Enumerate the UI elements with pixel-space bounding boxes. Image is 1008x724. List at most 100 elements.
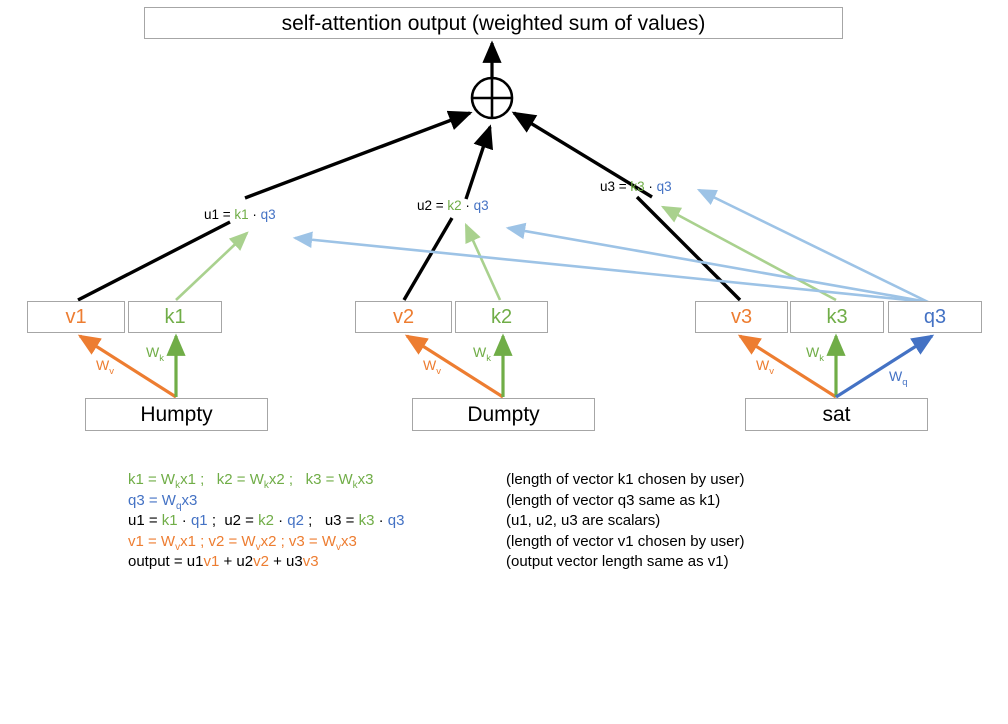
formula-part: k2	[258, 512, 274, 529]
line-v2-to-u2	[402, 217, 454, 301]
formula-part: x2 ; v3 = W	[260, 532, 337, 550]
score-u3-query: q3	[656, 179, 672, 194]
formula-note: (output vector length same as v1)	[506, 553, 729, 570]
value-box-v1[interactable]: v1	[27, 301, 125, 333]
score-u1-dot: ·	[248, 207, 261, 222]
formula-note: (length of vector k1 chosen by user)	[506, 471, 745, 488]
value-box-v2-label: v2	[392, 306, 415, 328]
formula-part: x2 ; k3 = W	[268, 471, 353, 488]
formula-part: q3	[387, 512, 405, 529]
weight-Wk-sat-sub: k	[819, 352, 824, 364]
weight-Wk-dumpty-base: W	[473, 344, 487, 360]
score-u3-lhs: u3 =	[600, 179, 631, 194]
score-label-u2: u2 = k2 · q3	[417, 199, 489, 213]
formula-part: q2	[287, 512, 304, 529]
weight-Wk-dumpty-sub: k	[486, 352, 491, 364]
score-u1-lhs: u1 =	[204, 207, 235, 222]
value-box-v3-label: v3	[730, 306, 753, 328]
formula-note: (u1, u2, u3 are scalars)	[506, 512, 661, 529]
weight-label-Wv-sat: Wv	[756, 358, 774, 376]
formula-part: k3	[358, 512, 375, 529]
formula-note: (length of vector v1 chosen by user)	[506, 532, 745, 550]
formula-part: + u2	[219, 553, 254, 570]
formula-part: v1 = W	[128, 532, 176, 550]
score-u1-key: k1	[234, 207, 249, 222]
formula-part: q1	[190, 512, 208, 529]
weight-Wv-humpty-sub: v	[109, 365, 114, 377]
line-v1-to-u1	[77, 220, 231, 302]
weight-Wv-dumpty-sub: v	[436, 365, 441, 377]
formula-part: + u3	[268, 553, 303, 570]
weight-label-Wv-humpty: Wv	[96, 358, 114, 376]
formula-row: v1 = Wvx1 ; v2 = Wvx2 ; v3 = Wvx3	[128, 532, 404, 553]
weight-label-Wk-dumpty: Wk	[473, 345, 491, 363]
formula-part: k1	[161, 512, 178, 529]
token-dumpty-label: Dumpty	[467, 403, 540, 426]
key-box-k2-label: k2	[490, 306, 513, 328]
formula-part: x3	[357, 471, 374, 488]
token-sat-label: sat	[822, 403, 851, 426]
weight-Wq-sat-base: W	[889, 368, 903, 384]
value-box-v2[interactable]: v2	[355, 301, 452, 333]
arrow-Wq-sat	[835, 334, 935, 399]
arrow-q3-to-u1	[292, 231, 929, 304]
formula-part: ; u3 =	[303, 512, 359, 529]
weight-Wk-humpty-base: W	[146, 344, 160, 360]
formula-part: q3 = W	[128, 491, 176, 509]
formula-part: ·	[374, 512, 388, 529]
key-box-k2[interactable]: k2	[455, 301, 548, 333]
formula-part: x1 ; v2 = W	[180, 532, 256, 550]
arrow-k3-to-u3	[660, 205, 837, 302]
query-box-q3[interactable]: q3	[888, 301, 982, 333]
arrow-k2-to-u2	[464, 222, 502, 301]
score-u2-query: q3	[473, 198, 489, 213]
key-box-k1-label: k1	[164, 306, 186, 328]
formula-part: ; u2 =	[207, 512, 259, 529]
weight-Wq-sat-sub: q	[902, 376, 908, 388]
token-box-humpty[interactable]: Humpty	[85, 398, 268, 431]
score-u2-lhs: u2 =	[417, 198, 448, 213]
score-u2-dot: ·	[461, 198, 474, 213]
arrow-q3-to-u3	[696, 188, 929, 304]
key-box-k3-label: k3	[826, 306, 848, 328]
arrow-u1-to-sum	[244, 110, 473, 200]
score-u3-key: k3	[630, 179, 645, 194]
formula-part: x1 ; k2 = W	[180, 471, 264, 488]
formula-part: v3	[302, 553, 319, 570]
score-label-u1: u1 = k1 · q3	[204, 208, 276, 222]
score-label-u3: u3 = k3 · q3	[600, 180, 672, 194]
formula-part: v1	[203, 553, 220, 570]
value-box-v3[interactable]: v3	[695, 301, 788, 333]
formula-part: ·	[177, 512, 191, 529]
arrow-q3-to-u2	[505, 222, 929, 304]
arrow-u2-to-sum	[464, 124, 494, 200]
weight-Wv-humpty-base: W	[96, 357, 110, 373]
weight-label-Wv-dumpty: Wv	[423, 358, 441, 376]
token-box-dumpty[interactable]: Dumpty	[412, 398, 595, 431]
score-u2-key: k2	[447, 198, 462, 213]
key-box-k3[interactable]: k3	[790, 301, 884, 333]
arrow-k1-to-u1	[175, 231, 249, 301]
score-u3-dot: ·	[644, 179, 657, 194]
query-box-q3-label: q3	[923, 306, 947, 328]
key-box-k1[interactable]: k1	[128, 301, 222, 333]
token-box-sat[interactable]: sat	[745, 398, 928, 431]
formula-note: (length of vector q3 same as k1)	[506, 491, 721, 509]
self-attention-diagram: self-attention output (weighted sum of v…	[0, 0, 1008, 724]
formula-part: u1 =	[128, 512, 162, 529]
weight-label-Wk-sat: Wk	[806, 345, 824, 363]
formula-part: ·	[273, 512, 288, 529]
formula-part: x3	[341, 532, 357, 550]
value-box-v1-label: v1	[65, 306, 87, 328]
output-title-text: self-attention output (weighted sum of v…	[281, 11, 706, 35]
formula-notes-list: (length of vector k1 chosen by user) (len…	[506, 470, 744, 573]
formula-part: x3	[181, 491, 198, 509]
line-v3-to-u3	[635, 195, 742, 302]
weight-label-Wq-sat: Wq	[889, 369, 908, 387]
formula-list: k1 = Wkx1 ; k2 = Wkx2 ; k3 = Wkx3 q3 = Wq…	[128, 470, 404, 573]
score-u1-query: q3	[260, 207, 276, 222]
output-title-box: self-attention output (weighted sum of v…	[144, 7, 843, 39]
formula-part: output = u1	[128, 553, 204, 570]
formula-row: u1 = k1 · q1 ; u2 = k2 · q2 ; u3 = k3 · …	[128, 511, 404, 532]
weight-Wv-sat-sub: v	[769, 365, 774, 377]
